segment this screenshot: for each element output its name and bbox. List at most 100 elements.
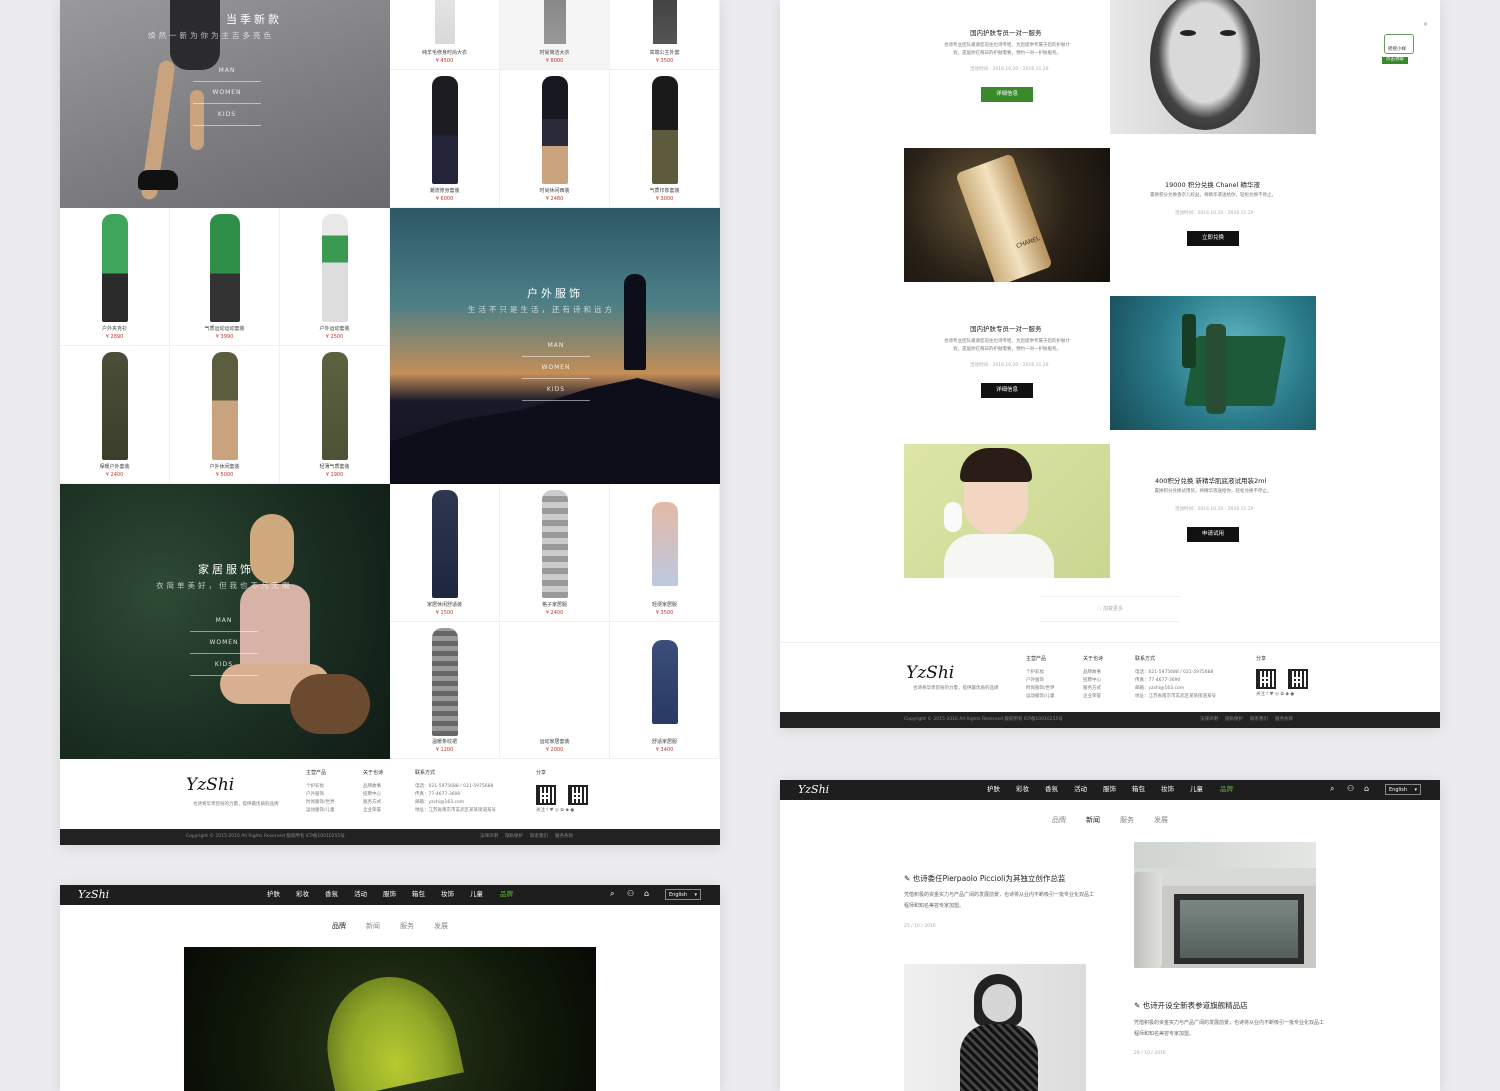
news-title[interactable]: ✎ 也诗开设全新表参道旗舰精品店 [1134,1002,1248,1010]
nav-item-fragrance[interactable]: 香氛 [1045,786,1058,793]
news-model-photo[interactable] [904,964,1086,1091]
close-icon[interactable]: × [1423,22,1428,28]
product-card[interactable]: 格子家居服 ¥ 2400 [500,484,610,622]
nav-item-apparel[interactable]: 服饰 [383,891,396,898]
footer-logo[interactable]: YzShi [186,777,234,794]
copyright-link[interactable]: 联系我们 [530,834,548,840]
hero-season-link-kids[interactable]: KIDS [193,112,261,126]
copyright-link[interactable]: 隐私保护 [1225,717,1243,723]
product-card[interactable]: 气质印象套装 ¥ 3000 [610,70,720,208]
copyright-link[interactable]: 隐私保护 [505,834,523,840]
promo-redeem-button[interactable]: 立即兑换 [1187,231,1239,246]
footer-link[interactable]: 招聘中心 [363,791,381,799]
tab-development[interactable]: 发展 [1154,817,1168,824]
promo-detail-button[interactable]: 详细信息 [981,383,1033,398]
product-card[interactable]: 高端公主外套 ¥ 3500 [610,0,720,70]
footer-link[interactable]: 品牌故事 [363,783,381,791]
footer-link[interactable]: 品牌故事 [1083,669,1101,677]
cart-icon[interactable]: ⌂ [1364,785,1369,793]
nav-item-skincare[interactable]: 护肤 [267,891,280,898]
language-select[interactable]: English ▾ [665,889,701,900]
nav-logo[interactable]: YzShi [78,889,109,900]
user-icon[interactable]: ⚇ [1347,785,1354,793]
tab-news[interactable]: 新闻 [366,923,380,930]
product-card[interactable]: 户外运动套装 ¥ 2500 [280,208,390,346]
nav-item-makeup[interactable]: 彩妆 [296,891,309,898]
nav-item-events[interactable]: 活动 [354,891,367,898]
footer-link[interactable]: 招聘中心 [1083,677,1101,685]
nav-item-makeup[interactable]: 彩妆 [1016,786,1029,793]
footer-link[interactable]: 运动服饰/儿童 [1026,693,1055,701]
footer-follow[interactable]: 关注 f ♥ ◎ ✿ ◆ ● [1256,691,1294,699]
hero-outdoor-link-kids[interactable]: KIDS [522,387,590,401]
footer-link[interactable]: 户外服饰 [1026,677,1044,685]
product-card[interactable]: 轻便家居服 ¥ 3500 [610,484,720,622]
tab-service[interactable]: 服务 [400,923,414,930]
nav-item-skincare[interactable]: 护肤 [987,786,1000,793]
nav-item-kids[interactable]: 儿童 [470,891,483,898]
hero-outdoor-tile[interactable]: 户外服饰 生活不只是生活，还有诗和远方 MAN WOMEN KIDS [390,208,720,484]
load-more-link[interactable]: ◌ 加载更多 [1040,596,1180,622]
news-storefront-photo[interactable] [1134,842,1316,968]
nav-item-bags[interactable]: 箱包 [412,891,425,898]
nav-item-events[interactable]: 活动 [1074,786,1087,793]
footer-link[interactable]: 个护彩妆 [306,783,324,791]
product-card[interactable]: 户外夹克衫 ¥ 2890 [60,208,170,346]
nav-item-fragrance[interactable]: 香氛 [325,891,338,898]
language-select[interactable]: English ▾ [1385,784,1421,795]
footer-link[interactable]: 时尚服饰/世界 [306,799,335,807]
footer-link[interactable]: 企业荣誉 [363,807,381,815]
news-title[interactable]: ✎ 也诗委任Pierpaolo Piccioli为其独立创作总监 [904,875,1065,883]
hero-outdoor-link-women[interactable]: WOMEN [522,365,590,379]
footer-link[interactable]: 运动服饰/儿童 [306,807,335,815]
nav-item-brand[interactable]: 品牌 [1220,786,1233,793]
product-card[interactable]: 轻薄气质套装 ¥ 1900 [280,346,390,484]
footer-link[interactable]: 服务方式 [1083,685,1101,693]
nav-item-brand[interactable]: 品牌 [500,891,513,898]
footer-link[interactable]: 企业荣誉 [1083,693,1101,701]
footer-link[interactable]: 服务方式 [363,799,381,807]
user-icon[interactable]: ⚇ [627,890,634,898]
product-card[interactable]: 时尚休闲西装 ¥ 2480 [500,70,610,208]
nav-item-bags[interactable]: 箱包 [1132,786,1145,793]
footer-logo[interactable]: YzShi [906,665,954,682]
product-card[interactable]: 舒适家居服 ¥ 3400 [610,622,720,759]
search-icon[interactable]: ⌕ [610,890,614,898]
hero-home-tile[interactable]: 家居服饰 衣简单美好，但我也不凡无限 MAN WOMEN KIDS [60,484,390,759]
hero-season-tile[interactable]: 当季新款 焕然一新为你为主吉多亮色 MAN WOMEN KIDS [60,0,390,208]
footer-follow[interactable]: 关注 f ♥ ◎ ✿ ◆ ● [536,807,574,815]
product-card[interactable]: 温暖条纹裙 ¥ 1200 [390,622,500,759]
tab-brand[interactable]: 品牌 [1052,817,1066,824]
copyright-link[interactable]: 服务条款 [1275,717,1293,723]
copyright-link[interactable]: 服务条款 [555,834,573,840]
footer-link[interactable]: 时尚服饰/世界 [1026,685,1055,693]
tab-service[interactable]: 服务 [1120,817,1134,824]
copyright-link[interactable]: 联系我们 [1250,717,1268,723]
nav-item-accessories[interactable]: 妆饰 [441,891,454,898]
hero-home-link-kids[interactable]: KIDS [190,662,258,676]
tab-news[interactable]: 新闻 [1086,817,1100,824]
hero-outdoor-link-man[interactable]: MAN [522,343,590,357]
product-card[interactable]: 潮流修身套装 ¥ 6000 [390,70,500,208]
footer-link[interactable]: 户外服饰 [306,791,324,799]
product-card[interactable]: 气质运动运动套装 ¥ 3990 [170,208,280,346]
nav-item-kids[interactable]: 儿童 [1190,786,1203,793]
hero-home-link-man[interactable]: MAN [190,618,258,632]
hero-season-link-women[interactable]: WOMEN [193,90,261,104]
search-icon[interactable]: ⌕ [1330,785,1334,793]
product-card[interactable]: 保暖户外套装 ¥ 2400 [60,346,170,484]
hero-season-link-man[interactable]: MAN [193,68,261,82]
product-card[interactable]: 户外休闲套装 ¥ 5000 [170,346,280,484]
floating-sample-badge[interactable]: × 摇摇小样 点击领取 [1376,22,1428,68]
copyright-link[interactable]: 法律声明 [480,834,498,840]
nav-item-apparel[interactable]: 服饰 [1103,786,1116,793]
nav-item-accessories[interactable]: 妆饰 [1161,786,1174,793]
promo-detail-button[interactable]: 详细信息 [981,87,1033,102]
footer-link[interactable]: 个护彩妆 [1026,669,1044,677]
nav-logo[interactable]: YzShi [798,784,829,795]
tab-brand[interactable]: 品牌 [332,923,346,930]
product-card[interactable]: 家居休闲舒适装 ¥ 1500 [390,484,500,622]
cart-icon[interactable]: ⌂ [644,890,649,898]
product-card[interactable]: 纯羊毛修身时尚大衣 ¥ 4500 [390,0,500,70]
product-card[interactable]: 时尚简洁大衣 ¥ 8000 [500,0,610,70]
